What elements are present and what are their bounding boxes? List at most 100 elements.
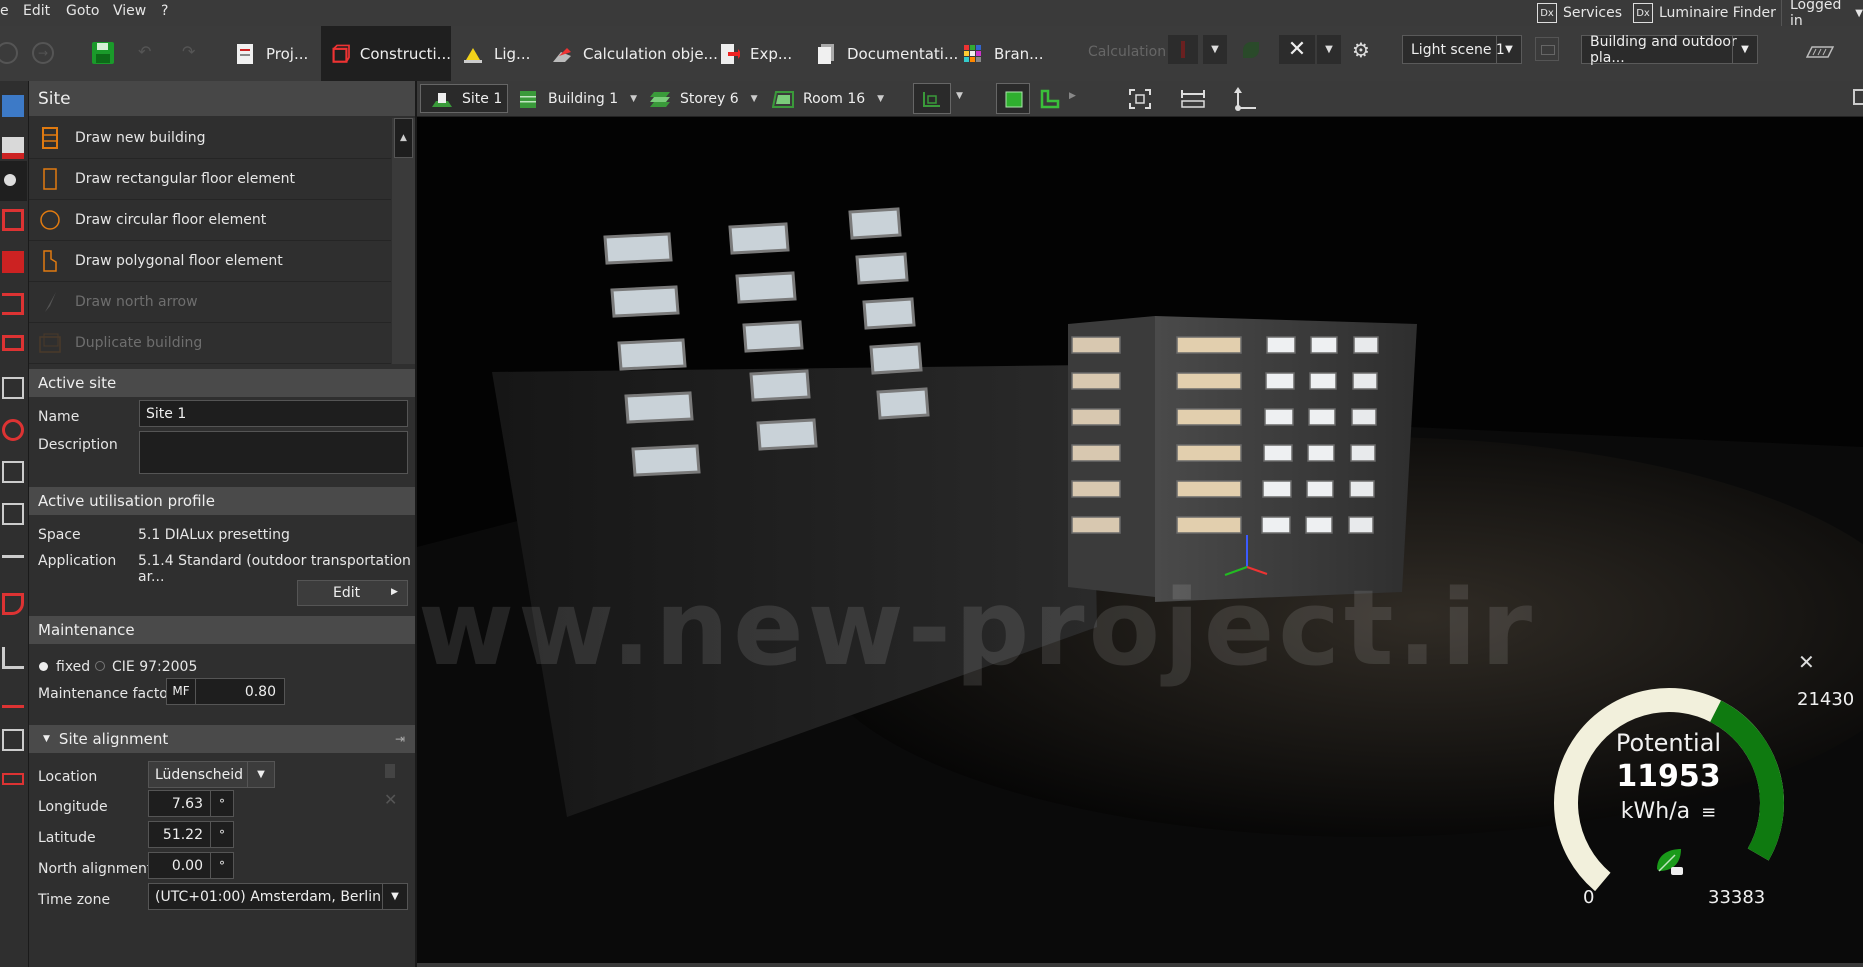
menu-goto[interactable]: Goto	[66, 3, 99, 19]
import-icon[interactable]	[2, 95, 24, 117]
clear-icon[interactable]: ✕	[384, 790, 397, 809]
breadcrumb-room[interactable]: Room 16 ▼	[772, 84, 884, 113]
roof-tool-icon[interactable]	[2, 461, 24, 483]
chevron-down-icon: ▼	[247, 762, 274, 787]
description-field[interactable]	[139, 431, 408, 474]
menu-edit[interactable]: Edit	[23, 3, 50, 19]
redo-icon[interactable]: ↷	[182, 42, 195, 61]
fixed-radio[interactable]	[39, 662, 48, 671]
menu-view[interactable]: View	[113, 3, 146, 19]
actions-scrollbar[interactable]: ▲	[392, 118, 415, 364]
measure-tool-icon[interactable]	[2, 773, 24, 785]
latitude-field[interactable]: 51.22	[148, 821, 211, 848]
back-icon[interactable]	[0, 42, 18, 64]
services-button[interactable]: Dx Services	[1537, 0, 1622, 26]
menu-icon[interactable]: ≡	[1701, 802, 1716, 823]
door-tool-icon[interactable]	[2, 555, 24, 577]
logged-in-button[interactable]: Logged in ▼	[1781, 0, 1863, 29]
leaf-icon[interactable]	[1243, 42, 1259, 58]
forward-icon[interactable]: →	[32, 42, 54, 64]
furniture-tool-icon[interactable]	[2, 647, 24, 669]
luminaire-finder-button[interactable]: Dx Luminaire Finder	[1633, 0, 1776, 26]
panel-toggle-icon[interactable]	[1853, 89, 1863, 105]
draw-new-building-action[interactable]: Draw new building	[29, 118, 391, 159]
selection-mode-button[interactable]	[913, 83, 951, 114]
name-field[interactable]: Site 1	[139, 400, 408, 427]
scroll-up-icon[interactable]: ▲	[394, 118, 413, 158]
window	[1307, 444, 1335, 462]
room-tool-icon[interactable]	[2, 293, 24, 315]
draw-circular-floor-action[interactable]: Draw circular floor element	[29, 200, 391, 241]
chevron-down-icon[interactable]: ▼	[1317, 35, 1341, 64]
calculation-dropdown-icon[interactable]: ▼	[1203, 35, 1227, 64]
3d-viewport[interactable]: www.new-project.ir ✕ Potential 11953 kWh…	[417, 117, 1863, 963]
longitude-field[interactable]: 7.63	[148, 790, 211, 817]
tab-export[interactable]: Exp...	[718, 26, 792, 81]
tab-construction[interactable]: Constructi...	[321, 26, 451, 81]
view-mode-select[interactable]: Building and outdoor pla... ▼	[1581, 34, 1758, 66]
solid-view-button[interactable]	[996, 83, 1030, 114]
pin-icon[interactable]: ⇥	[395, 732, 405, 746]
draw-north-arrow-action[interactable]: Draw north arrow	[29, 282, 391, 323]
calculation-status-icon[interactable]	[1168, 35, 1198, 64]
tab-label: Bran...	[994, 44, 1044, 63]
measure-icon[interactable]	[1180, 88, 1206, 110]
texture-tool-icon[interactable]	[2, 729, 24, 751]
chevron-down-icon[interactable]: ▼	[956, 91, 963, 101]
draw-polygonal-floor-action[interactable]: Draw polygonal floor element	[29, 241, 391, 282]
cutout-tool-icon[interactable]	[2, 503, 24, 525]
documentation-icon	[818, 43, 834, 64]
breadcrumb-site[interactable]: Site 1	[420, 84, 508, 113]
gear-icon[interactable]: ⚙	[1352, 38, 1370, 62]
wall-tool-icon[interactable]	[2, 377, 24, 399]
floor-plane-icon[interactable]	[1806, 45, 1834, 59]
undo-icon[interactable]: ↶	[138, 42, 151, 61]
axis-icon[interactable]	[1232, 86, 1258, 112]
tab-calculation-objects[interactable]: Calculation obje...	[551, 26, 718, 81]
time-zone-select[interactable]: (UTC+01:00) Amsterdam, Berlin, Be ▼	[148, 883, 408, 910]
building-outline-icon	[42, 127, 58, 149]
l-shape-icon[interactable]	[1039, 88, 1061, 110]
chevron-down-icon: ▼	[1732, 36, 1757, 63]
light-scene-select[interactable]: Light scene 1 ▼	[1402, 35, 1522, 64]
site-alignment-header[interactable]: ▼ Site alignment ⇥	[29, 725, 415, 753]
chevron-right-icon: ▶	[391, 587, 398, 597]
close-gauge-icon[interactable]: ✕	[1798, 650, 1815, 674]
window-tool-icon[interactable]	[2, 593, 24, 615]
breadcrumb-building[interactable]: Building 1 ▼	[517, 84, 637, 113]
storey-tool-icon[interactable]	[2, 251, 24, 273]
window-icon[interactable]	[1535, 37, 1559, 61]
tab-label: Proj...	[266, 44, 309, 63]
tab-brands[interactable]: Bran...	[962, 26, 1043, 81]
maintenance-factor-field[interactable]: 0.80	[195, 678, 285, 705]
tab-light[interactable]: Lig...	[462, 26, 530, 81]
north-alignment-field[interactable]: 0.00	[148, 852, 211, 879]
floor-tool-icon[interactable]	[2, 335, 24, 351]
tab-documentation[interactable]: Documentati...	[815, 26, 958, 81]
chevron-right-icon[interactable]: ▶	[1069, 91, 1076, 101]
cie-radio[interactable]	[95, 661, 105, 671]
breadcrumb-storey[interactable]: Storey 6 ▼	[649, 84, 758, 113]
close-icon[interactable]: ✕	[1279, 35, 1315, 64]
materials-tool-icon[interactable]	[2, 686, 24, 708]
ceiling-tool-icon[interactable]	[2, 419, 24, 441]
zoom-extents-icon[interactable]	[1128, 88, 1152, 110]
cube-icon	[1005, 91, 1023, 108]
site-tool-icon[interactable]	[0, 161, 27, 201]
window	[617, 338, 687, 371]
menu-help[interactable]: ?	[161, 3, 168, 19]
duplicate-building-action[interactable]: Duplicate building	[29, 323, 391, 364]
tab-project[interactable]: Proj...	[226, 26, 320, 81]
draw-rectangular-floor-action[interactable]: Draw rectangular floor element	[29, 159, 391, 200]
import-cad-icon[interactable]	[2, 137, 24, 159]
location-select[interactable]: Lüdenscheid ▼	[148, 761, 275, 788]
menu-file[interactable]: e	[0, 3, 9, 19]
building-tool-icon[interactable]	[2, 209, 24, 231]
window	[848, 207, 902, 240]
gauge-min: 0	[1583, 887, 1595, 908]
save-icon[interactable]	[91, 41, 115, 65]
edit-button[interactable]: Edit ▶	[297, 580, 408, 606]
document-icon[interactable]	[385, 764, 395, 778]
maintenance-header: Maintenance	[29, 616, 415, 644]
window	[1071, 372, 1121, 390]
